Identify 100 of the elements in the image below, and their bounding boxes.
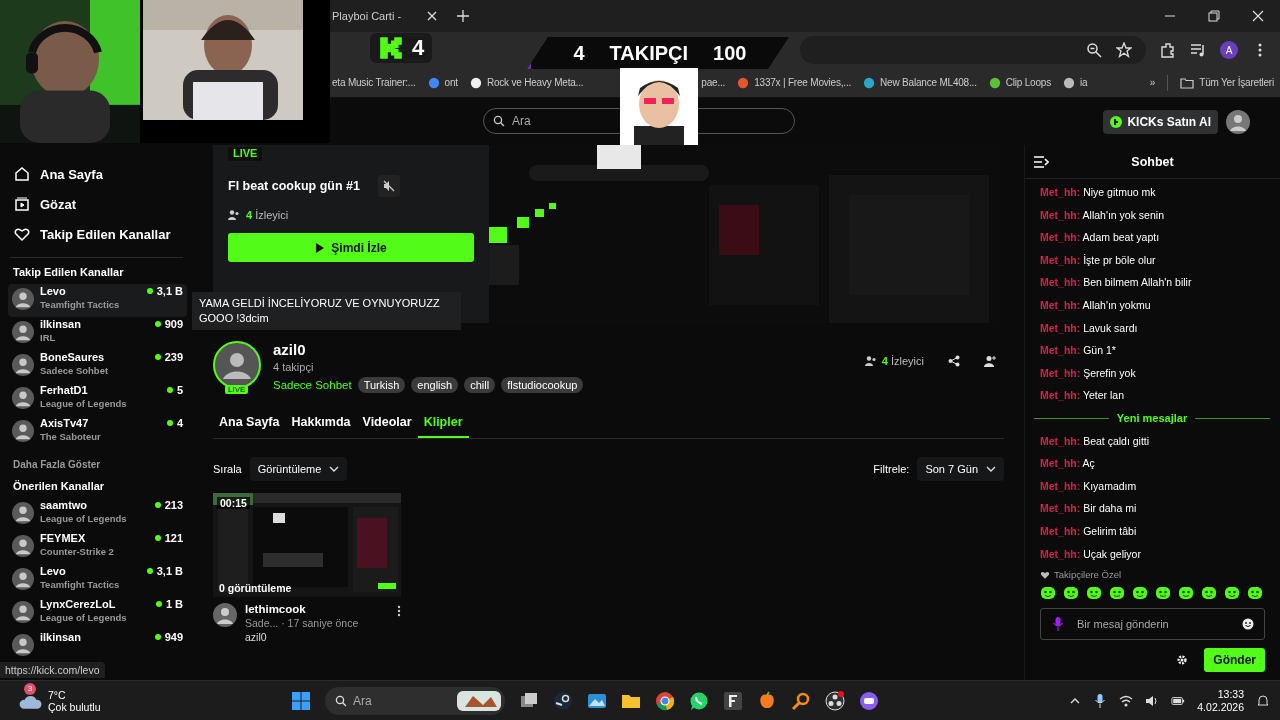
share-icon[interactable] xyxy=(948,355,960,367)
sort-dropdown[interactable]: Görüntüleme xyxy=(249,457,348,481)
nav-item[interactable]: Gözat xyxy=(8,189,187,219)
clip-channel[interactable]: azil0 xyxy=(245,631,389,643)
speaker-icon[interactable] xyxy=(1145,693,1160,708)
emote-icon[interactable] xyxy=(1155,585,1171,602)
star-icon[interactable] xyxy=(1116,42,1132,58)
buy-kicks-button[interactable]: KICKs Satın Al xyxy=(1103,109,1218,134)
bookmark[interactable]: Rock ve Heavy Meta... xyxy=(469,76,584,89)
channel-category: IRL xyxy=(40,332,57,343)
channel-item[interactable]: Levo Teamfight Tactics 3,1 B xyxy=(8,284,187,317)
more-bookmarks-button[interactable]: » xyxy=(1149,77,1156,88)
tag[interactable]: chill xyxy=(464,377,496,393)
follow-icon[interactable] xyxy=(984,355,996,367)
emoji-icon[interactable] xyxy=(1242,618,1254,631)
tooltip: YAMA GELDİ İNCELİYORUZ VE OYNUYORUZZ GOOO !3dcim xyxy=(192,292,461,330)
nav-item[interactable]: Takip Edilen Kanallar xyxy=(8,219,187,249)
bookmark[interactable]: ont xyxy=(427,76,458,89)
notification-icon[interactable] xyxy=(1256,693,1270,708)
channel-category: League of Legends xyxy=(40,513,128,524)
channel-tab[interactable]: Videolar xyxy=(356,415,418,438)
channel-avatar[interactable] xyxy=(213,341,261,389)
chat-message: Met_hh: Niye gitmuo mk xyxy=(1040,185,1157,200)
clip-title[interactable]: lethimcook xyxy=(245,603,389,615)
emote-icon[interactable] xyxy=(1063,585,1079,602)
avatar xyxy=(12,321,34,343)
chat-title: Sohbet xyxy=(1131,154,1174,169)
send-button[interactable]: Gönder xyxy=(1204,648,1265,673)
channel-name: FEYMEX xyxy=(40,532,87,544)
watch-now-button[interactable]: Şimdi İzle xyxy=(228,233,474,262)
live-badge: LIVE xyxy=(225,385,249,394)
chat-app-icon[interactable] xyxy=(688,690,709,711)
wifi-icon[interactable] xyxy=(1119,693,1134,708)
more-icon[interactable] xyxy=(397,605,401,617)
chat-input[interactable]: Bir mesaj gönderin xyxy=(1040,608,1265,641)
bookmark[interactable]: pae... xyxy=(701,77,726,88)
close-icon[interactable] xyxy=(427,11,438,21)
avatar xyxy=(12,354,34,376)
bookmark[interactable]: ia xyxy=(1063,76,1088,89)
channel-item[interactable]: Levo Teamfight Tactics 3,1 B xyxy=(8,564,187,597)
channel-tab[interactable]: Hakkımda xyxy=(285,415,357,438)
chrome-icon[interactable] xyxy=(654,690,675,711)
app-icon[interactable] xyxy=(722,690,743,711)
clip-category: Sade... xyxy=(245,617,279,629)
magnifier-app-icon[interactable] xyxy=(790,690,811,711)
kick-count: 4 xyxy=(412,35,425,61)
voice-chat-icon[interactable] xyxy=(858,690,879,711)
chat-message: Met_hh: Şerefin yok xyxy=(1040,365,1137,381)
emote-icon[interactable] xyxy=(1109,585,1125,602)
profile-avatar[interactable]: A xyxy=(1220,41,1238,59)
channel-tab[interactable]: Klipler xyxy=(417,415,469,438)
channel-item[interactable]: LynxCerezLoL League of Legends 1 B xyxy=(8,597,187,630)
close-icon[interactable] xyxy=(1252,10,1264,22)
viewer-count: 4 İzleyici xyxy=(246,209,289,221)
filter-label: Filtrele: xyxy=(873,463,910,475)
browser-tab[interactable]: Playboi Carti - xyxy=(330,0,446,32)
emote-icon[interactable] xyxy=(1224,585,1240,602)
zoom-icon[interactable] xyxy=(1086,42,1102,58)
category-link[interactable]: Sadece Sohbet xyxy=(273,379,352,391)
tag[interactable]: english xyxy=(411,377,459,393)
filter-dropdown[interactable]: Son 7 Gün xyxy=(917,457,1004,481)
settings-icon[interactable] xyxy=(1176,654,1189,667)
tag[interactable]: flstudiocookup xyxy=(501,377,584,393)
channel-item[interactable]: saamtwo League of Legends 213 xyxy=(8,498,187,531)
recording-app-icon[interactable] xyxy=(824,690,845,711)
channel-category: Counter-Strike 2 xyxy=(40,546,115,557)
emote-icon[interactable] xyxy=(1040,585,1056,602)
avatar xyxy=(12,535,34,557)
channel-item[interactable]: BoneSaures Sadece Sohbet 239 xyxy=(8,350,187,383)
channel-tab[interactable]: Ana Sayfa xyxy=(213,415,286,438)
bookmark[interactable]: 1337x | Free Movies,... xyxy=(737,76,852,89)
channel-item[interactable]: FerhatD1 League of Legends 5 xyxy=(8,383,187,416)
bookmark-icon xyxy=(427,76,440,89)
channel-item[interactable]: ilkinsan 949 xyxy=(8,630,187,663)
nav-item[interactable]: Ana Sayfa xyxy=(8,159,187,189)
channel-item[interactable]: AxisTv47 The Saboteur 4 xyxy=(8,416,187,449)
mute-button[interactable] xyxy=(377,175,400,197)
emote-icon[interactable] xyxy=(1132,585,1148,602)
new-tab-icon[interactable] xyxy=(457,10,470,22)
emote-icon[interactable] xyxy=(1247,585,1263,602)
chat-message: Met_hh: Allah'ın yok senin xyxy=(1040,207,1165,223)
channel-item[interactable]: ilkinsan IRL 909 xyxy=(8,317,187,350)
emote-icon[interactable] xyxy=(1086,585,1102,602)
show-more-link[interactable]: Daha Fazla Göster xyxy=(13,459,187,470)
restore-icon[interactable] xyxy=(1208,10,1220,22)
collapse-icon[interactable] xyxy=(1033,153,1049,170)
all-bookmarks-button[interactable]: Tüm Yer İşaretleri xyxy=(1180,75,1274,90)
emote-icon[interactable] xyxy=(1201,585,1217,602)
microphone-icon[interactable] xyxy=(1093,693,1108,708)
start-icon[interactable] xyxy=(290,690,311,711)
user-avatar[interactable] xyxy=(1226,109,1250,134)
viewer-count: 909 xyxy=(164,318,183,330)
emote-icon[interactable] xyxy=(1178,585,1194,602)
bookmark[interactable]: eta Music Trainer:... xyxy=(332,77,416,88)
bookmark[interactable]: Clip Loops xyxy=(988,76,1051,89)
extensions-icon[interactable] xyxy=(1160,42,1176,58)
bookmark[interactable]: New Balance ML408... xyxy=(863,76,977,89)
tag[interactable]: Turkish xyxy=(357,377,406,393)
channel-item[interactable]: FEYMEX Counter-Strike 2 121 xyxy=(8,531,187,564)
media-icon[interactable] xyxy=(1190,42,1206,58)
